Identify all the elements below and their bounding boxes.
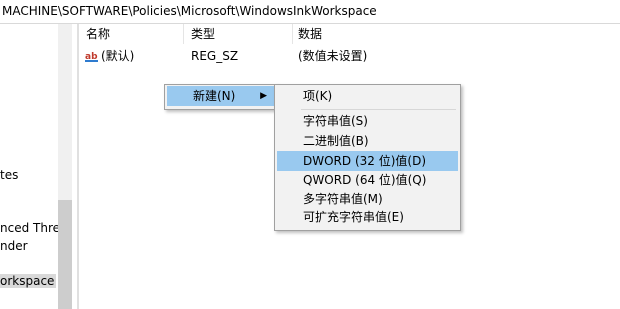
column-divider[interactable] <box>183 24 184 44</box>
menu-item-label: 多字符串值(M) <box>303 192 383 206</box>
value-data: (数值未设置) <box>298 49 368 63</box>
menu-item-label: QWORD (64 位)值(Q) <box>303 173 427 187</box>
column-header-type[interactable]: 类型 <box>191 24 215 44</box>
submenu-item-string[interactable]: 字符串值(S) <box>277 111 458 131</box>
menu-item-label: DWORD (32 位)值(D) <box>303 154 426 168</box>
value-row-type: REG_SZ <box>191 46 238 66</box>
column-divider[interactable] <box>292 24 293 44</box>
submenu-item-expandstring[interactable]: 可扩充字符串值(E) <box>277 207 458 227</box>
submenu-item-key[interactable]: 项(K) <box>277 86 458 106</box>
submenu-item-multistring[interactable]: 多字符串值(M) <box>277 189 458 209</box>
menu-item-new[interactable]: 新建(N) ▶ <box>167 86 275 106</box>
column-header-name[interactable]: 名称 <box>86 24 110 44</box>
tree-item[interactable]: nder <box>0 239 28 253</box>
column-header-label: 类型 <box>191 27 216 41</box>
tree-item-label: nder <box>0 239 28 253</box>
menu-separator <box>301 109 456 110</box>
submenu-item-binary[interactable]: 二进制值(B) <box>277 131 458 151</box>
chevron-right-icon: ▶ <box>260 91 267 101</box>
menu-item-label: 二进制值(B) <box>303 134 369 148</box>
value-row-data: (数值未设置) <box>298 46 367 66</box>
tree-item-selected[interactable]: orkspace <box>0 274 57 288</box>
value-name: (默认) <box>101 49 135 63</box>
submenu-item-dword[interactable]: DWORD (32 位)值(D) <box>277 151 458 171</box>
new-submenu: 项(K) 字符串值(S) 二进制值(B) DWORD (32 位)值(D) QW… <box>274 84 461 231</box>
tree-item-label: orkspace <box>0 274 57 288</box>
reg-string-icon: ab <box>85 52 98 62</box>
address-bar[interactable]: MACHINE\SOFTWARE\Policies\Microsoft\Wind… <box>0 0 620 24</box>
value-type: REG_SZ <box>191 49 239 63</box>
menu-item-label: 字符串值(S) <box>303 114 368 128</box>
tree-item[interactable]: tes <box>0 168 18 182</box>
menu-item-label: 可扩充字符串值(E) <box>303 210 404 224</box>
value-row-name[interactable]: ab (默认) <box>85 46 134 66</box>
menu-item-label: 项(K) <box>303 89 333 103</box>
column-header-label: 数据 <box>298 27 323 41</box>
column-header-data[interactable]: 数据 <box>298 24 322 44</box>
submenu-item-qword[interactable]: QWORD (64 位)值(Q) <box>277 170 458 190</box>
context-menu: 新建(N) ▶ <box>164 84 278 110</box>
column-header-label: 名称 <box>86 27 111 41</box>
menu-item-label: 新建(N) <box>193 89 236 103</box>
tree-item-label: tes <box>0 168 19 182</box>
address-path: MACHINE\SOFTWARE\Policies\Microsoft\Wind… <box>2 4 377 18</box>
tree-scrollbar-thumb[interactable] <box>58 200 72 309</box>
